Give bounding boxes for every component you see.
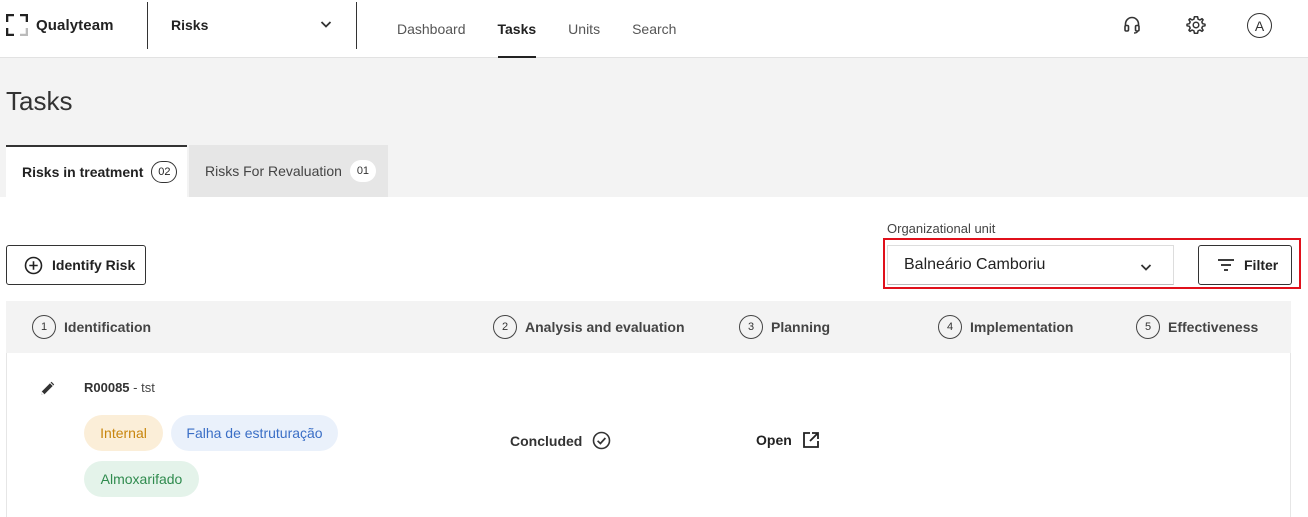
module-select-label: Risks bbox=[171, 17, 209, 33]
tag-almoxarifado: Almoxarifado bbox=[84, 461, 199, 497]
planning-status-label: Open bbox=[756, 432, 792, 448]
risk-code: R00085 bbox=[84, 380, 130, 395]
step-planning: 3 Planning bbox=[739, 314, 830, 340]
nav-tasks[interactable]: Tasks bbox=[482, 0, 553, 58]
gear-icon[interactable] bbox=[1184, 13, 1208, 37]
risk-name: tst bbox=[141, 380, 155, 395]
filter-icon bbox=[1218, 259, 1234, 271]
row-border bbox=[6, 353, 7, 517]
pencil-icon[interactable] bbox=[38, 378, 58, 398]
step-number: 3 bbox=[739, 315, 763, 339]
chevron-down-icon bbox=[320, 21, 332, 28]
logo-icon bbox=[6, 14, 28, 36]
org-unit-select[interactable]: Balneário Camboriu bbox=[887, 245, 1174, 285]
planning-open-link[interactable]: Open bbox=[756, 431, 820, 449]
nav-units[interactable]: Units bbox=[552, 0, 616, 58]
step-label: Implementation bbox=[970, 319, 1074, 335]
module-select[interactable]: Risks bbox=[149, 0, 355, 50]
step-label: Effectiveness bbox=[1168, 319, 1259, 335]
step-label: Planning bbox=[771, 319, 831, 335]
count-badge: 01 bbox=[349, 160, 376, 182]
external-link-icon bbox=[802, 432, 819, 448]
org-unit-label: Organizational unit bbox=[887, 221, 996, 236]
analysis-status-label: Concluded bbox=[510, 432, 583, 449]
filter-button[interactable]: Filter bbox=[1198, 245, 1292, 285]
top-bar: Qualyteam Risks Dashboard Tasks Units Se… bbox=[0, 0, 1308, 58]
tag-falha: Falha de estruturação bbox=[171, 415, 338, 451]
tab-label: Risks For Revaluation bbox=[205, 163, 342, 179]
risk-title[interactable]: R00085 - tst bbox=[84, 380, 155, 395]
page-title: Tasks bbox=[6, 86, 73, 116]
chevron-down-icon bbox=[1140, 264, 1152, 271]
stepper-header: 1 Identification 2 Analysis and evaluati… bbox=[6, 301, 1291, 353]
brand-name: Qualyteam bbox=[36, 16, 114, 34]
analysis-status: Concluded bbox=[510, 431, 611, 450]
step-effectiveness: 5 Effectiveness bbox=[1136, 314, 1258, 340]
brand-logo[interactable]: Qualyteam bbox=[6, 13, 114, 37]
headset-icon[interactable] bbox=[1120, 13, 1144, 37]
divider bbox=[147, 2, 148, 49]
step-number: 4 bbox=[938, 315, 962, 339]
identify-risk-button[interactable]: Identify Risk bbox=[6, 245, 146, 285]
step-number: 5 bbox=[1136, 315, 1160, 339]
main-nav: Dashboard Tasks Units Search bbox=[381, 0, 692, 58]
nav-search[interactable]: Search bbox=[616, 0, 692, 58]
step-label: Analysis and evaluation bbox=[525, 319, 685, 335]
plus-circle-icon bbox=[24, 256, 43, 274]
step-number: 1 bbox=[32, 315, 56, 339]
divider bbox=[356, 2, 357, 49]
check-circle-icon bbox=[593, 431, 611, 450]
tag-internal: Internal bbox=[84, 415, 163, 451]
filter-label: Filter bbox=[1244, 257, 1279, 273]
nav-dashboard[interactable]: Dashboard bbox=[381, 0, 482, 58]
avatar[interactable]: A bbox=[1247, 13, 1272, 38]
tab-label: Risks in treatment bbox=[22, 164, 144, 180]
step-identification: 1 Identification bbox=[32, 314, 151, 340]
row-border bbox=[1290, 353, 1291, 517]
identify-risk-label: Identify Risk bbox=[52, 257, 136, 273]
risk-separator: - bbox=[129, 380, 142, 395]
step-analysis: 2 Analysis and evaluation bbox=[493, 314, 685, 340]
tab-risks-for-revaluation[interactable]: Risks For Revaluation 01 bbox=[189, 145, 388, 197]
count-badge: 02 bbox=[151, 161, 178, 183]
step-label: Identification bbox=[64, 319, 152, 335]
tab-risks-in-treatment[interactable]: Risks in treatment 02 bbox=[6, 145, 187, 197]
org-unit-value: Balneário Camboriu bbox=[904, 256, 1046, 273]
step-implementation: 4 Implementation bbox=[938, 314, 1073, 340]
step-number: 2 bbox=[493, 315, 517, 339]
